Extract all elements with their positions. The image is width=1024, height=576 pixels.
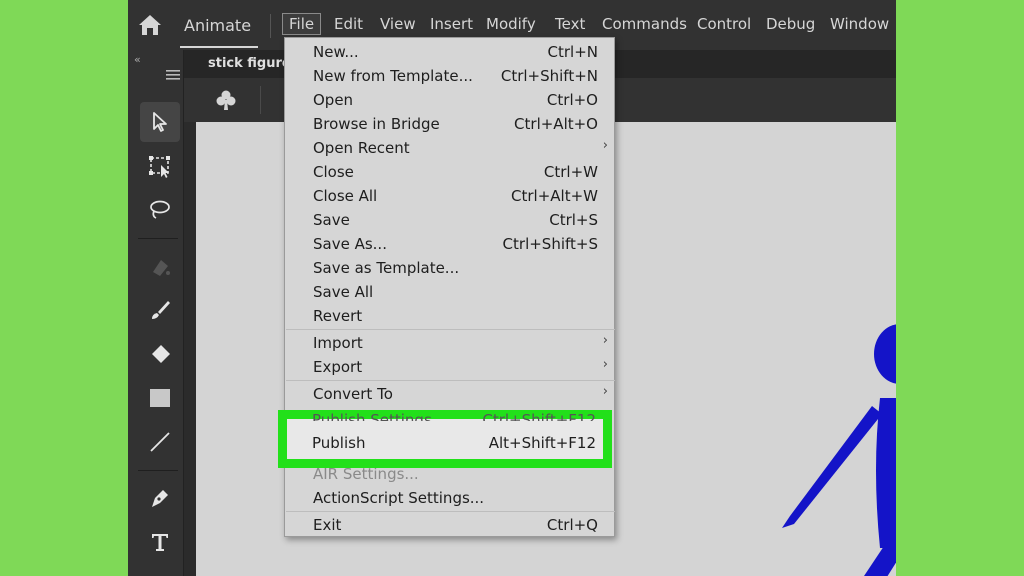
- menu-item-open[interactable]: Open Ctrl+O: [285, 88, 616, 112]
- menu-separator: [286, 329, 615, 330]
- menu-item-import[interactable]: Import ›: [285, 331, 616, 355]
- menu-item-publish[interactable]: Publish: [312, 434, 365, 452]
- menu-item-revert[interactable]: Revert: [285, 304, 616, 328]
- paint-bucket-tool[interactable]: [140, 246, 180, 286]
- tools-panel: «: [128, 50, 184, 576]
- menu-file[interactable]: File: [282, 13, 322, 35]
- menu-text[interactable]: Text: [555, 15, 585, 33]
- submenu-arrow-icon: ›: [602, 138, 608, 153]
- line-tool[interactable]: [140, 422, 180, 462]
- text-tool[interactable]: [140, 522, 180, 562]
- menu-item-publish-settings[interactable]: Publish Settings...: [312, 411, 446, 421]
- pen-tool[interactable]: [140, 478, 180, 518]
- menu-item-new-from-template[interactable]: New from Template... Ctrl+Shift+N: [285, 64, 616, 88]
- publish-shortcut: Alt+Shift+F12: [488, 434, 596, 452]
- edit-bar-separator: [260, 86, 261, 114]
- menu-item-browse-in-bridge[interactable]: Browse in Bridge Ctrl+Alt+O: [285, 112, 616, 136]
- eraser-icon: [152, 345, 170, 363]
- menu-view[interactable]: View: [380, 15, 416, 33]
- lasso-icon: [150, 200, 170, 219]
- free-transform-tool[interactable]: [140, 146, 180, 186]
- brush-tool[interactable]: [140, 290, 180, 330]
- menu-control[interactable]: Control: [697, 15, 751, 33]
- menu-debug[interactable]: Debug: [766, 15, 815, 33]
- tool-separator: [138, 238, 178, 239]
- publish-settings-shortcut: Ctrl+Shift+F12: [482, 411, 596, 421]
- pen-icon: [152, 490, 168, 507]
- lasso-tool[interactable]: [140, 190, 180, 230]
- menu-modify[interactable]: Modify: [486, 15, 536, 33]
- menu-item-open-recent[interactable]: Open Recent ›: [285, 136, 616, 160]
- submenu-arrow-icon: ›: [602, 333, 608, 348]
- selection-tool[interactable]: [140, 102, 180, 142]
- submenu-arrow-icon: ›: [602, 357, 608, 372]
- menu-item-new[interactable]: New... Ctrl+N: [285, 40, 616, 64]
- document-tab[interactable]: stick figure: [208, 56, 291, 71]
- publish-highlight-box[interactable]: Publish Settings... Ctrl+Shift+F12 Publi…: [278, 410, 612, 468]
- menu-separator: [286, 380, 615, 381]
- menu-item-close[interactable]: Close Ctrl+W: [285, 160, 616, 184]
- collapse-panel-icon[interactable]: «: [134, 53, 141, 66]
- rectangle-tool[interactable]: [140, 378, 180, 418]
- submenu-arrow-icon: ›: [602, 384, 608, 399]
- menu-item-exit[interactable]: Exit Ctrl+Q: [285, 513, 616, 537]
- line-icon: [150, 432, 170, 452]
- menu-commands[interactable]: Commands: [602, 15, 687, 33]
- eraser-tool[interactable]: [140, 334, 180, 374]
- panel-menu-icon[interactable]: [166, 70, 180, 80]
- arrow-cursor-icon: [153, 112, 167, 132]
- app-name-underline: [180, 46, 258, 48]
- menu-window[interactable]: Window: [830, 15, 889, 33]
- menu-item-save[interactable]: Save Ctrl+S: [285, 208, 616, 232]
- menu-item-actionscript-settings[interactable]: ActionScript Settings...: [285, 486, 616, 510]
- menu-separator: [270, 14, 271, 38]
- free-transform-icon: [149, 156, 170, 178]
- menu-item-export[interactable]: Export ›: [285, 355, 616, 379]
- menu-edit[interactable]: Edit: [334, 15, 363, 33]
- tool-separator: [138, 470, 178, 471]
- menu-item-close-all[interactable]: Close All Ctrl+Alt+W: [285, 184, 616, 208]
- paint-bucket-icon: [153, 260, 170, 276]
- brush-icon: [152, 301, 170, 319]
- animate-app-window: Animate File Edit View Insert Modify Tex…: [128, 0, 896, 576]
- menu-item-save-all[interactable]: Save All: [285, 280, 616, 304]
- menu-insert[interactable]: Insert: [430, 15, 473, 33]
- home-icon[interactable]: [136, 11, 164, 39]
- menu-item-convert-to[interactable]: Convert To ›: [285, 382, 616, 406]
- menu-item-save-as-template[interactable]: Save as Template...: [285, 256, 616, 280]
- text-t-icon: [152, 534, 168, 551]
- stick-figure-drawing: [782, 324, 896, 576]
- rectangle-icon: [150, 389, 170, 407]
- menu-separator: [286, 511, 615, 512]
- app-name: Animate: [184, 16, 252, 35]
- menu-item-save-as[interactable]: Save As... Ctrl+Shift+S: [285, 232, 616, 256]
- scene-club-icon[interactable]: [214, 88, 238, 112]
